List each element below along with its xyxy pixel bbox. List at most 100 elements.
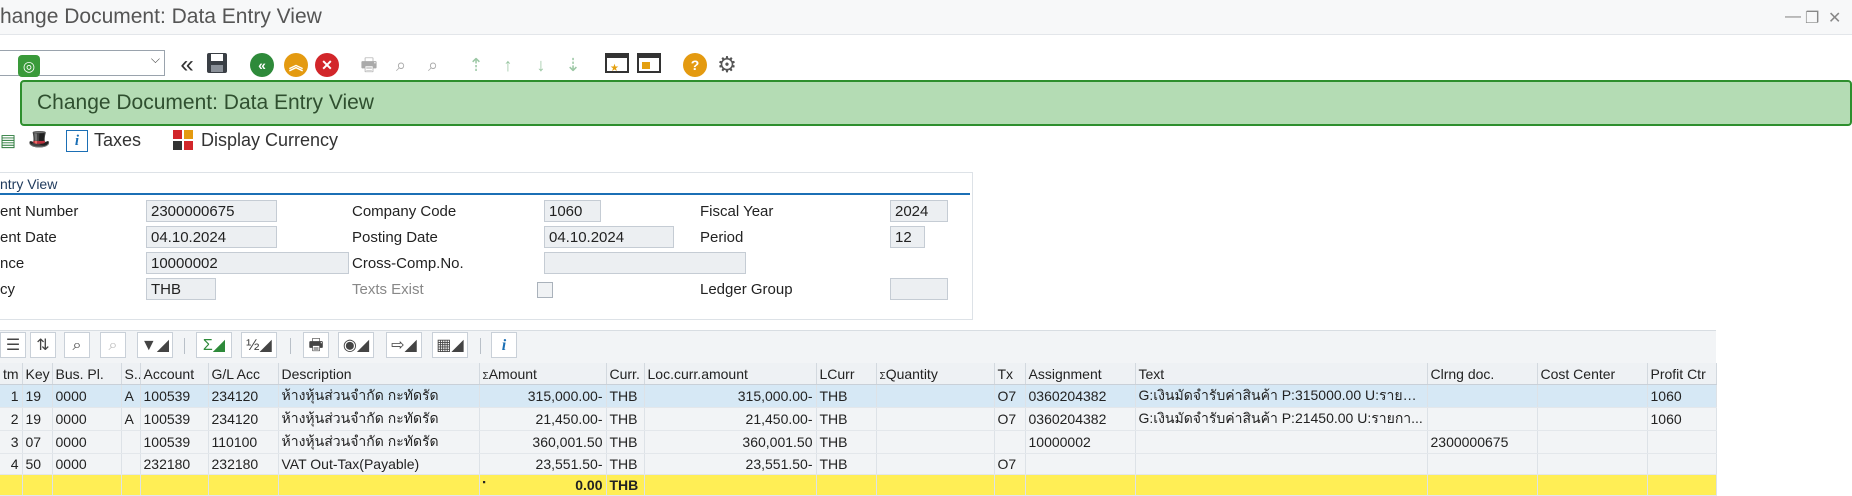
cell[interactable]: 100539 [140,384,209,408]
display-currency-button[interactable]: Display Currency [201,130,338,151]
export-icon[interactable]: ⇨◢ [386,332,422,358]
views-icon[interactable]: ◉◢ [338,332,374,358]
column-header[interactable]: S... [121,363,141,385]
cell[interactable] [1025,453,1136,475]
column-header[interactable]: Loc.curr.amount [644,363,817,385]
cell[interactable] [1537,430,1648,454]
last-page-icon[interactable]: ⇣ [560,52,586,78]
cell[interactable] [1135,430,1428,454]
cell[interactable]: G:เงินมัดจำรับค่าสินค้า P:21450.00 U:ราย… [1135,407,1428,431]
filter-icon[interactable]: ▼◢ [137,332,173,358]
column-header[interactable]: Key [22,363,53,385]
cell[interactable]: THB [816,407,877,431]
cell[interactable]: 21,450.00- [479,407,607,431]
cell[interactable]: 1060 [1647,384,1717,408]
cell[interactable]: O7 [994,453,1026,475]
shortcut-icon[interactable] [636,52,662,78]
cell[interactable]: 10000002 [1025,430,1136,454]
cell[interactable] [876,384,995,408]
column-header-quantity[interactable]: Σ Quantity [876,363,995,385]
cell[interactable]: THB [816,430,877,454]
table-row[interactable]: 2 19 0000 A 100539 234120 ห้างหุ้นส่วนจำ… [0,407,1717,431]
cell[interactable] [1537,453,1648,475]
ok-icon[interactable]: ◎ [18,55,40,77]
cell[interactable]: VAT Out-Tax(Payable) [278,453,480,475]
cell[interactable]: 232180 [140,453,209,475]
cell[interactable] [121,430,141,454]
currency-field[interactable]: THB [146,278,216,300]
cell[interactable]: 100539 [140,407,209,431]
cell[interactable]: A [121,384,141,408]
info-icon[interactable]: i [491,332,517,358]
cell[interactable]: 360,001.50 [479,430,607,454]
document-date-field[interactable]: 04.10.2024 [146,226,277,248]
cell[interactable] [1427,384,1538,408]
sort-icon[interactable]: ⇅ [30,332,56,358]
column-header-amount[interactable]: Σ Amount [479,363,607,385]
column-header[interactable]: Account [140,363,209,385]
cell[interactable]: 315,000.00- [479,384,607,408]
posting-date-field[interactable]: 04.10.2024 [544,226,674,248]
ledger-group-field[interactable] [890,278,948,300]
column-header[interactable]: Tx [994,363,1026,385]
cell[interactable]: 234120 [208,407,279,431]
find-next-icon[interactable]: ⌕ [420,52,446,78]
cell[interactable]: O7 [994,384,1026,408]
chevron-down-icon[interactable]: ⌵ [151,52,160,67]
column-header[interactable]: tm [0,363,23,385]
cell[interactable]: THB [816,384,877,408]
cell[interactable] [1647,453,1717,475]
create-session-icon[interactable]: ★ [604,52,630,78]
save-icon[interactable] [204,52,230,78]
find-icon[interactable]: ⌕ [64,332,90,358]
cell[interactable]: THB [606,430,645,454]
cell[interactable]: THB [606,384,645,408]
layout-icon[interactable]: ▦◢ [432,332,468,358]
cell[interactable]: 3 [0,430,23,454]
back-double-icon[interactable]: « [174,52,200,78]
next-page-icon[interactable]: ↓ [528,52,554,78]
cell[interactable]: 19 [22,384,53,408]
sum-icon[interactable]: Σ◢ [196,332,232,358]
cell[interactable]: 0000 [52,407,122,431]
cell[interactable]: 2 [0,407,23,431]
document-number-field[interactable]: 2300000675 [146,200,277,222]
display-currency-icon[interactable] [172,129,194,151]
cell[interactable]: 23,551.50- [644,453,817,475]
cell[interactable]: 2300000675 [1427,430,1538,454]
table-row[interactable]: 1 19 0000 A 100539 234120 ห้างหุ้นส่วนจำ… [0,384,1717,408]
cell[interactable]: THB [606,407,645,431]
cell[interactable]: 0360204382 [1025,407,1136,431]
cell[interactable]: ห้างหุ้นส่วนจำกัด กะทัดรัด [278,384,480,408]
find-icon[interactable]: ⌕ [388,52,414,78]
cell[interactable]: 234120 [208,384,279,408]
column-header[interactable]: Cost Center [1537,363,1648,385]
cell[interactable]: 0360204382 [1025,384,1136,408]
cell[interactable]: A [121,407,141,431]
column-header[interactable]: Bus. Pl. [52,363,122,385]
cell[interactable] [1647,430,1717,454]
cross-comp-field[interactable] [544,252,746,274]
cell[interactable] [1537,384,1648,408]
cell[interactable]: G:เงินมัดจำรับค่าสินค้า P:315000.00 U:รา… [1135,384,1428,408]
column-header[interactable]: Description [278,363,480,385]
exit-icon[interactable]: ︽ [284,53,308,77]
settings-icon[interactable]: ⚙ [714,52,740,78]
first-page-icon[interactable]: ⇡ [463,52,489,78]
cell[interactable] [876,430,995,454]
column-header[interactable]: Text [1135,363,1428,385]
column-header[interactable]: LCurr [816,363,877,385]
print-icon[interactable]: 🖶 [356,52,382,78]
cell[interactable]: O7 [994,407,1026,431]
prev-page-icon[interactable]: ↑ [495,52,521,78]
cell[interactable]: 0000 [52,384,122,408]
back-icon[interactable]: « [250,53,274,77]
column-header[interactable]: Profit Ctr [1647,363,1717,385]
cell[interactable]: ห้างหุ้นส่วนจำกัด กะทัดรัด [278,407,480,431]
fiscal-year-field[interactable]: 2024 [890,200,948,222]
cell[interactable] [1427,453,1538,475]
cell[interactable]: 360,001.50 [644,430,817,454]
cell[interactable]: 4 [0,453,23,475]
print-icon[interactable]: 🖶 [303,332,329,358]
document-icon[interactable]: ▤ [0,131,16,151]
